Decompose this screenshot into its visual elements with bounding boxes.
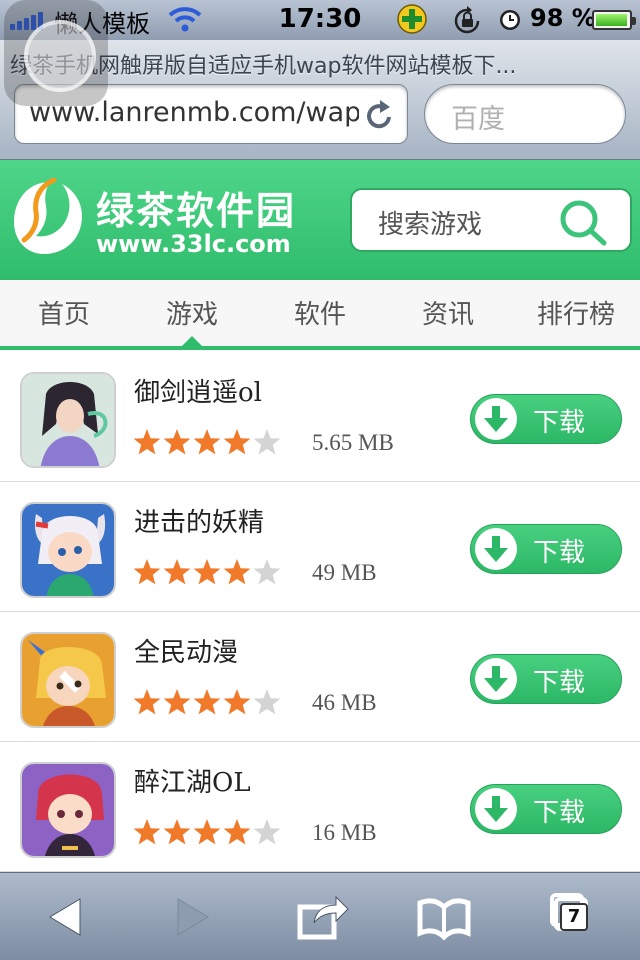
game-name[interactable]: 醉江湖OL xyxy=(134,762,251,799)
browser-search-field[interactable]: 百度 xyxy=(424,84,626,144)
star-filled-icon xyxy=(222,428,252,456)
game-size: 49 MB xyxy=(312,560,377,585)
category-tabs: 首页 游戏 软件 资讯 排行榜 xyxy=(0,280,640,350)
star-filled-icon xyxy=(222,688,252,716)
logo-leaf-icon[interactable] xyxy=(10,177,86,258)
assistive-touch-button[interactable] xyxy=(4,0,108,106)
game-icon[interactable] xyxy=(20,762,116,858)
bookmarks-icon[interactable] xyxy=(414,887,474,947)
star-filled-icon xyxy=(132,558,162,586)
battery-percent: 98 % xyxy=(530,4,596,32)
game-size: 16 MB xyxy=(312,820,377,845)
game-icon[interactable] xyxy=(20,502,116,598)
app-icon xyxy=(397,4,427,34)
star-filled-icon xyxy=(162,558,192,586)
forward-icon[interactable] xyxy=(162,887,222,947)
download-label: 下载 xyxy=(533,408,586,438)
reload-icon[interactable] xyxy=(365,99,395,135)
game-name[interactable]: 全民动漫 xyxy=(134,632,238,669)
game-size: 5.65 MB xyxy=(312,430,394,455)
logo-name[interactable]: 绿茶软件园 xyxy=(96,180,296,235)
star-filled-icon xyxy=(132,688,162,716)
star-filled-icon xyxy=(162,428,192,456)
star-empty-icon xyxy=(252,428,282,456)
download-arrow-icon xyxy=(475,658,517,700)
site-search-placeholder: 搜索游戏 xyxy=(378,210,483,240)
download-button[interactable]: 下载 xyxy=(470,654,622,704)
star-empty-icon xyxy=(252,558,282,586)
tab-software[interactable]: 软件 xyxy=(256,294,384,331)
star-empty-icon xyxy=(252,818,282,846)
browser-search-placeholder: 百度 xyxy=(451,104,505,135)
star-filled-icon xyxy=(132,818,162,846)
download-arrow-icon xyxy=(475,398,517,440)
list-item[interactable]: 进击的妖精 49 MB 下载 xyxy=(0,482,640,612)
rating-stars xyxy=(132,428,282,456)
star-filled-icon xyxy=(192,818,222,846)
rating-stars xyxy=(132,558,282,586)
star-filled-icon xyxy=(222,558,252,586)
alarm-icon xyxy=(498,8,522,36)
star-filled-icon xyxy=(162,818,192,846)
download-arrow-icon xyxy=(475,788,517,830)
star-filled-icon xyxy=(162,688,192,716)
tab-home[interactable]: 首页 xyxy=(0,294,128,331)
game-name[interactable]: 御剑逍遥ol xyxy=(134,372,262,409)
tab-count: 7 xyxy=(560,903,588,931)
browser-address-bar: 绿茶手机网触屏版自适应手机wap软件网站模板下... www.lanrenmb.… xyxy=(0,0,640,160)
tabs-icon[interactable]: 7 xyxy=(546,887,606,947)
game-icon[interactable] xyxy=(20,632,116,728)
list-item[interactable]: 醉江湖OL 16 MB 下载 xyxy=(0,742,640,872)
rating-stars xyxy=(132,688,282,716)
share-icon[interactable] xyxy=(292,887,352,947)
download-label: 下载 xyxy=(533,668,586,698)
active-tab-indicator xyxy=(180,336,204,348)
game-size: 46 MB xyxy=(312,690,377,715)
download-label: 下载 xyxy=(533,538,586,568)
game-name[interactable]: 进击的妖精 xyxy=(134,502,264,539)
rotation-lock-icon xyxy=(452,6,482,36)
site-header: 绿茶软件园 www.33lc.com 搜索游戏 xyxy=(0,160,640,280)
star-filled-icon xyxy=(192,558,222,586)
back-icon[interactable] xyxy=(36,887,96,947)
rating-stars xyxy=(132,818,282,846)
star-empty-icon xyxy=(252,688,282,716)
list-item[interactable]: 全民动漫 46 MB 下载 xyxy=(0,612,640,742)
star-filled-icon xyxy=(192,428,222,456)
tab-games[interactable]: 游戏 xyxy=(128,294,256,331)
tab-news[interactable]: 资讯 xyxy=(384,294,512,331)
download-label: 下载 xyxy=(533,798,586,828)
search-icon[interactable] xyxy=(558,198,608,250)
game-list: 御剑逍遥ol 5.65 MB 下载 进击的妖精 49 MB 下载 全民动漫 46… xyxy=(0,352,640,872)
download-button[interactable]: 下载 xyxy=(470,394,622,444)
logo-url: www.33lc.com xyxy=(96,230,291,258)
browser-toolbar: 7 xyxy=(0,872,640,960)
site-search-input[interactable]: 搜索游戏 xyxy=(350,188,632,252)
battery-icon xyxy=(592,10,636,30)
download-arrow-icon xyxy=(475,528,517,570)
game-icon[interactable] xyxy=(20,372,116,468)
star-filled-icon xyxy=(132,428,162,456)
star-filled-icon xyxy=(192,688,222,716)
star-filled-icon xyxy=(222,818,252,846)
tab-ranking[interactable]: 排行榜 xyxy=(512,294,640,331)
download-button[interactable]: 下载 xyxy=(470,784,622,834)
download-button[interactable]: 下载 xyxy=(470,524,622,574)
list-item[interactable]: 御剑逍遥ol 5.65 MB 下载 xyxy=(0,352,640,482)
